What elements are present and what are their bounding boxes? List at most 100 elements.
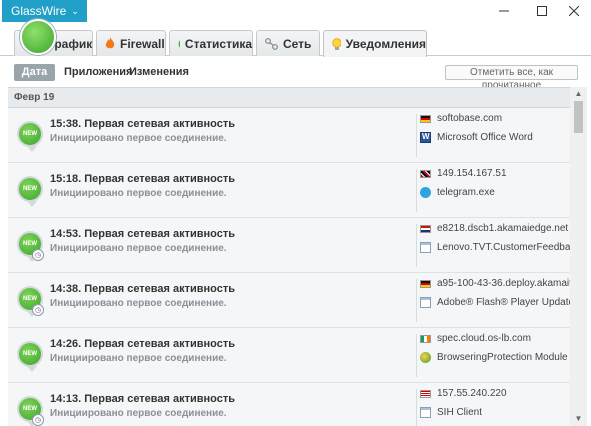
filter-date-button[interactable]: Дата — [14, 64, 55, 81]
shield-icon — [420, 351, 431, 363]
window-icon — [420, 406, 431, 418]
word-icon — [420, 131, 431, 143]
event-app: Microsoft Office Word — [420, 130, 533, 144]
minimize-button[interactable] — [487, 0, 521, 22]
event-host-text: spec.cloud.os-lb.com — [437, 333, 531, 344]
event-host: spec.cloud.os-lb.com — [420, 333, 531, 344]
event-app: Adobe® Flash® Player Update ... — [420, 295, 570, 309]
scroll-up-arrow-icon[interactable]: ▲ — [570, 87, 587, 101]
event-app-text: Microsoft Office Word — [437, 131, 533, 143]
event-title: 14:13. Первая сетевая активность — [50, 393, 236, 405]
row-divider — [416, 224, 417, 267]
list-item[interactable]: NEW 15:18. Первая сетевая активность Ини… — [8, 163, 570, 218]
usa-flag-icon — [420, 389, 431, 398]
event-host: 149.154.167.51 — [420, 168, 507, 179]
event-app-text: Adobe® Flash® Player Update ... — [437, 296, 570, 308]
new-badge-icon: NEW — [17, 176, 43, 207]
event-app: Lenovo.TVT.CustomerFeedback... — [420, 240, 570, 254]
maximize-icon — [537, 6, 547, 16]
event-list: NEW 15:38. Первая сетевая активность Ини… — [8, 108, 570, 426]
row-divider — [416, 389, 417, 426]
event-app-text: BrowseringProtection Module — [437, 351, 568, 363]
list-item[interactable]: NEW 14:26. Первая сетевая активность Ини… — [8, 328, 570, 383]
germany-flag-icon — [420, 279, 431, 288]
event-subtitle: Инициировано первое соединение. — [50, 243, 227, 254]
event-app-text: Lenovo.TVT.CustomerFeedback... — [437, 241, 570, 253]
tab-statistics-label: Статистика — [184, 36, 252, 51]
row-divider — [416, 114, 417, 157]
minimize-icon — [499, 10, 509, 12]
event-host: e8218.dscb1.akamaiedge.net — [420, 223, 568, 234]
ireland-flag-icon — [420, 334, 431, 343]
clock-icon: ◷ — [32, 304, 44, 316]
event-host: 157.55.240.220 — [420, 388, 507, 399]
filter-changes-button[interactable]: Изменения — [129, 64, 189, 81]
telegram-icon — [420, 186, 431, 198]
subnav: Дата Приложения Изменения Отметить все, … — [8, 57, 587, 91]
app-menu-button[interactable]: GlassWire ⌄ — [2, 0, 87, 22]
event-subtitle: Инициировано первое соединение. — [50, 408, 227, 419]
new-badge-icon: NEW — [17, 341, 43, 372]
event-host: softobase.com — [420, 113, 502, 124]
network-icon — [265, 37, 278, 50]
window-icon — [420, 241, 431, 253]
row-divider — [416, 169, 417, 212]
tab-network-label: Сеть — [283, 36, 312, 51]
chevron-down-icon: ⌄ — [71, 6, 79, 16]
tab-notifications-label: Уведомления — [345, 37, 426, 51]
close-icon — [569, 6, 579, 16]
scroll-down-arrow-icon[interactable]: ▼ — [570, 412, 587, 426]
maximize-button[interactable] — [525, 0, 559, 22]
tab-network[interactable]: Сеть — [256, 30, 320, 56]
event-host-text: a95-100-43-36.deploy.akamaite... — [437, 278, 570, 289]
mark-all-read-button[interactable]: Отметить все, как прочитанное — [445, 65, 578, 91]
tab-statistics[interactable]: Статистика — [169, 30, 253, 56]
netherlands-flag-icon — [420, 224, 431, 233]
uk-flag-icon — [420, 169, 431, 178]
list-item[interactable]: NEW ◷ 14:53. Первая сетевая активность И… — [8, 218, 570, 273]
event-app-text: SIH Client — [437, 406, 483, 418]
stats-icon — [178, 39, 180, 48]
graph-logo-icon — [20, 19, 56, 55]
event-host: a95-100-43-36.deploy.akamaite... — [420, 278, 570, 289]
germany-flag-icon — [420, 114, 431, 123]
event-app-text: telegram.exe — [437, 186, 495, 198]
event-host-text: e8218.dscb1.akamaiedge.net — [437, 223, 569, 234]
list-item[interactable]: NEW 15:38. Первая сетевая активность Ини… — [8, 108, 570, 163]
event-app: telegram.exe — [420, 185, 495, 199]
clock-icon: ◷ — [32, 249, 44, 261]
event-title: 15:18. Первая сетевая активность — [50, 173, 236, 185]
filter-apps-button[interactable]: Приложения — [64, 64, 132, 81]
event-subtitle: Инициировано первое соединение. — [50, 188, 227, 199]
list-item[interactable]: NEW ◷ 14:13. Первая сетевая активность И… — [8, 383, 570, 426]
event-title: 14:53. Первая сетевая активность — [50, 228, 236, 240]
close-button[interactable] — [557, 0, 591, 22]
event-title: 14:38. Первая сетевая активность — [50, 283, 236, 295]
row-divider — [416, 334, 417, 377]
window-icon — [420, 296, 431, 308]
event-app: SIH Client — [420, 405, 482, 419]
tab-graph[interactable]: График — [14, 19, 93, 56]
event-title: 14:26. Первая сетевая активность — [50, 338, 236, 350]
event-app: BrowseringProtection Module — [420, 350, 568, 364]
title-bar: GlassWire ⌄ — [0, 0, 591, 28]
tab-firewall[interactable]: Firewall — [96, 30, 166, 56]
list-item[interactable]: NEW ◷ 14:38. Первая сетевая активность И… — [8, 273, 570, 328]
tab-firewall-label: Firewall — [120, 36, 165, 51]
event-title: 15:38. Первая сетевая активность — [50, 118, 236, 130]
tab-bar: График Firewall Статистика Сеть Уведомле… — [0, 19, 591, 57]
event-host-text: 157.55.240.220 — [437, 388, 507, 399]
event-host-text: softobase.com — [437, 113, 503, 124]
vertical-scrollbar[interactable]: ▲ ▼ — [570, 87, 587, 426]
flame-icon — [105, 37, 115, 49]
row-divider — [416, 279, 417, 322]
notifications-panel: Дата Приложения Изменения Отметить все, … — [8, 57, 587, 426]
new-badge-icon: NEW — [17, 121, 43, 152]
event-host-text: 149.154.167.51 — [437, 168, 507, 179]
event-subtitle: Инициировано первое соединение. — [50, 133, 227, 144]
scroll-thumb[interactable] — [574, 101, 583, 133]
event-subtitle: Инициировано первое соединение. — [50, 298, 227, 309]
date-group-header: Февр 19 — [8, 87, 570, 108]
tab-notifications[interactable]: Уведомления — [323, 30, 427, 57]
bulb-icon — [332, 37, 341, 50]
